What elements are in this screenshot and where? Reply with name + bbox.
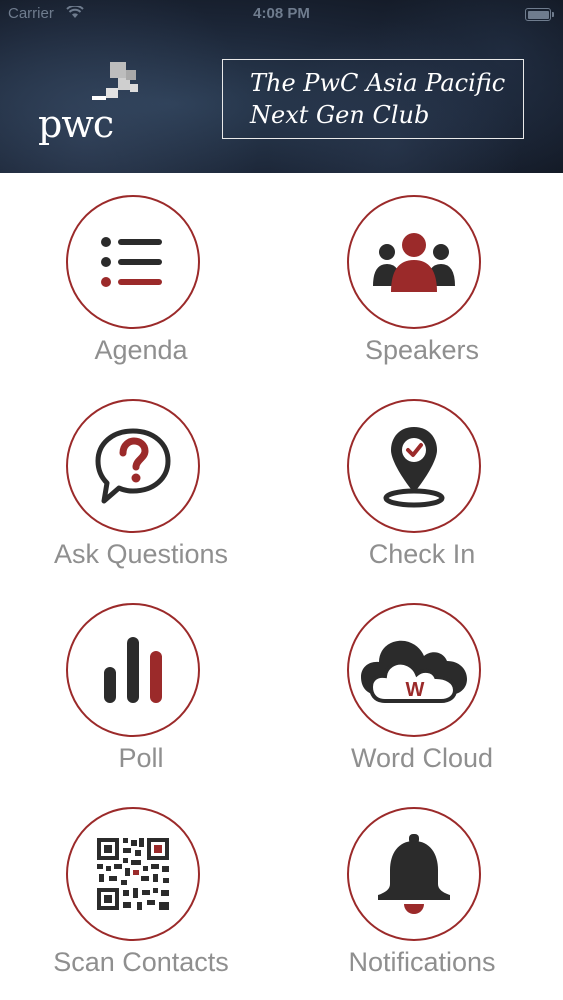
word-cloud-label: Word Cloud: [350, 743, 494, 773]
word-cloud-button[interactable]: W: [347, 603, 481, 737]
agenda-label: Agenda: [94, 335, 188, 365]
poll-button[interactable]: [66, 603, 200, 737]
scan-contacts-tile[interactable]: Scan Contacts: [0, 784, 282, 988]
notifications-tile[interactable]: Notifications: [281, 784, 563, 988]
ask-questions-tile[interactable]: Ask Questions: [0, 376, 282, 580]
header-banner: Carrier 4:08 PM pwc The PwC Asia Pacific…: [0, 0, 563, 173]
battery-icon: [525, 8, 554, 21]
pwc-logo-text: pwc: [38, 102, 114, 146]
scan-contacts-button[interactable]: [66, 807, 200, 941]
scan-contacts-label: Scan Contacts: [53, 947, 229, 977]
bell-icon: [378, 834, 450, 914]
agenda-button[interactable]: [66, 195, 200, 329]
cloud-icon: W: [361, 640, 467, 703]
people-icon: [373, 233, 455, 292]
question-bubble-icon: [95, 428, 171, 504]
status-bar: Carrier 4:08 PM: [0, 0, 563, 28]
speakers-tile[interactable]: Speakers: [281, 172, 563, 376]
word-cloud-letter: W: [406, 679, 425, 701]
speakers-label: Speakers: [364, 335, 480, 365]
ask-questions-button[interactable]: [66, 399, 200, 533]
poll-tile[interactable]: Poll: [0, 580, 282, 784]
check-in-label: Check In: [368, 539, 476, 569]
bar-chart-icon: [104, 637, 162, 703]
check-in-tile[interactable]: Check In: [281, 376, 563, 580]
ask-questions-label: Ask Questions: [53, 539, 229, 569]
notifications-label: Notifications: [348, 947, 496, 977]
check-in-button[interactable]: [347, 399, 481, 533]
poll-label: Poll: [118, 743, 164, 773]
agenda-tile[interactable]: Agenda: [0, 172, 282, 376]
list-icon: [101, 237, 162, 287]
word-cloud-tile[interactable]: W Word Cloud: [281, 580, 563, 784]
notifications-button[interactable]: [347, 807, 481, 941]
qr-code-icon: [97, 838, 169, 910]
location-pin-icon: [383, 427, 445, 508]
clock: 4:08 PM: [253, 5, 310, 22]
pwc-logo: pwc: [38, 60, 158, 150]
speakers-button[interactable]: [347, 195, 481, 329]
club-title: The PwC Asia Pacific Next Gen Club: [250, 69, 506, 129]
club-title-box: The PwC Asia Pacific Next Gen Club: [222, 59, 524, 139]
